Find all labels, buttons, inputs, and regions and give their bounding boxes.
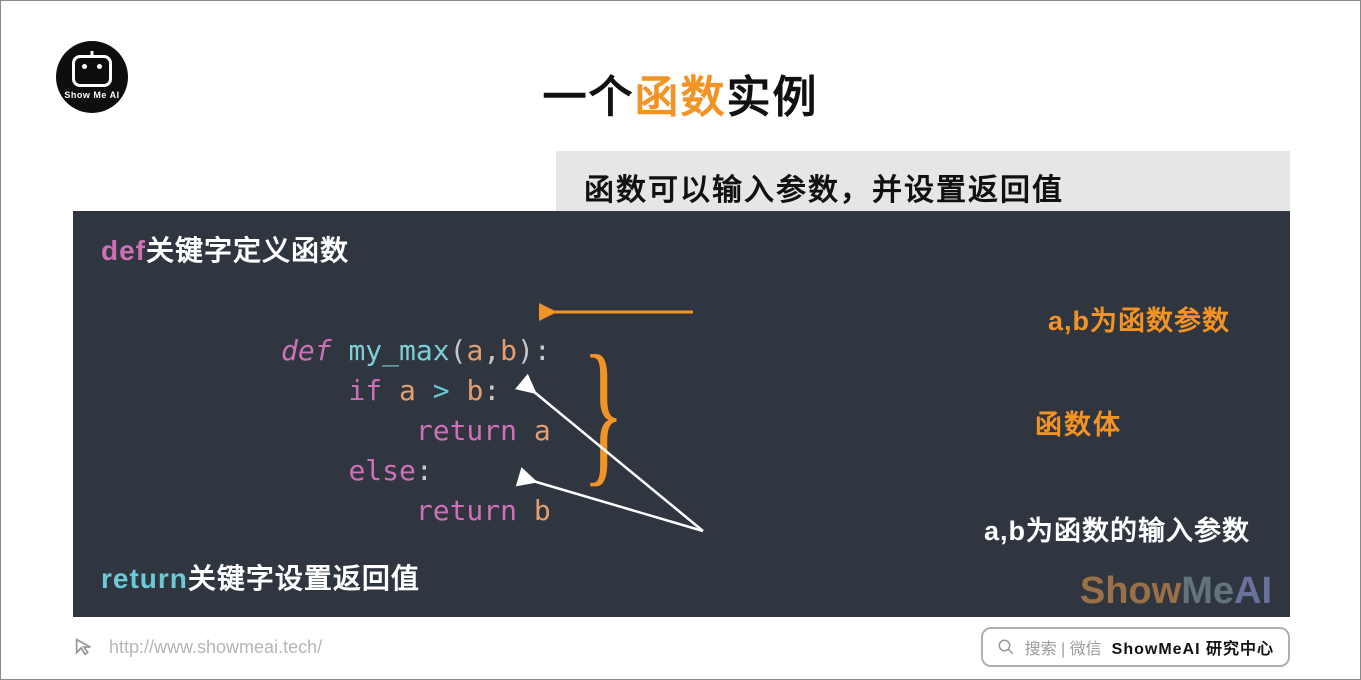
wm-1: Show <box>1080 570 1181 612</box>
return-kw: return <box>101 563 188 594</box>
sp <box>416 374 433 407</box>
tok-colon3: : <box>416 454 433 487</box>
title-highlight: 函数 <box>635 73 727 122</box>
tok-rparen: ) <box>517 334 534 367</box>
indent2 <box>281 374 348 407</box>
tok-else: else <box>348 454 415 487</box>
tok-b2: b <box>466 374 483 407</box>
arrow-params-icon <box>543 304 703 324</box>
indent5 <box>281 494 416 527</box>
wm-2: Me <box>1181 570 1234 612</box>
search-icon <box>997 638 1015 656</box>
tok-gt: > <box>433 374 450 407</box>
indent3 <box>281 414 416 447</box>
def-kw: def <box>101 235 146 266</box>
annotation-params: a,b为函数参数 <box>1048 299 1230 338</box>
indent4 <box>281 454 348 487</box>
page-title: 一个函数实例 <box>1 61 1360 125</box>
tok-a2: a <box>399 374 416 407</box>
footer-brand: ShowMeAI 研究中心 <box>1112 635 1274 659</box>
tok-def: def <box>281 334 348 367</box>
footer-search-pill[interactable]: 搜索 | 微信 ShowMeAI 研究中心 <box>981 627 1290 667</box>
cursor-icon <box>73 636 95 658</box>
def-rest: 关键字定义函数 <box>146 235 349 266</box>
code-panel: def关键字定义函数 def my_max(a,b): if a > b: re… <box>73 211 1290 617</box>
tok-lparen: ( <box>450 334 467 367</box>
wm-3: AI <box>1234 570 1272 612</box>
arrow-input-icon <box>503 371 743 561</box>
tok-fn: my_max <box>348 334 449 367</box>
return-keyword-label: return关键字设置返回值 <box>101 557 420 597</box>
tok-colon2: : <box>483 374 500 407</box>
watermark: ShowMeAI <box>1080 570 1272 613</box>
slide: Show Me AI 一个函数实例 函数可以输入参数，并设置返回值 def关键字… <box>0 0 1361 680</box>
return-rest: 关键字设置返回值 <box>188 563 420 594</box>
footer-left: http://www.showmeai.tech/ <box>73 636 322 658</box>
footer: http://www.showmeai.tech/ 搜索 | 微信 ShowMe… <box>73 627 1290 667</box>
annotation-input-params: a,b为函数的输入参数 <box>984 509 1250 548</box>
annotation-body: 函数体 <box>1035 403 1122 442</box>
title-post: 实例 <box>727 73 819 122</box>
sp2 <box>450 374 467 407</box>
tok-comma: , <box>483 334 500 367</box>
tok-b1: b <box>500 334 517 367</box>
tok-colon1: : <box>534 334 551 367</box>
def-keyword-label: def关键字定义函数 <box>101 229 349 269</box>
tok-a1: a <box>466 334 483 367</box>
title-pre: 一个 <box>543 73 635 122</box>
footer-url[interactable]: http://www.showmeai.tech/ <box>109 637 322 658</box>
footer-search-label: 搜索 | 微信 <box>1025 635 1102 659</box>
tok-if: if <box>348 374 399 407</box>
